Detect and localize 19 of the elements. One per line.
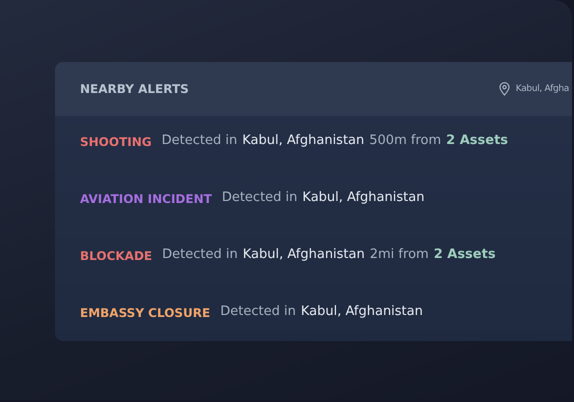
detected-label: Detected in [222, 190, 298, 205]
location-label: Kabul, Afgha [516, 84, 570, 94]
assets-link[interactable]: 2 Assets [446, 133, 508, 148]
assets-link[interactable]: 2 Assets [434, 247, 496, 262]
detected-label: Detected in [220, 304, 296, 319]
alert-location: Kabul, Afghanistan [242, 247, 365, 262]
distance-label: 500m from [369, 133, 442, 148]
panel-title: NEARBY ALERTS [80, 82, 189, 96]
alert-type: BLOCKADE [80, 248, 152, 265]
location-pin-icon [498, 82, 510, 96]
alert-location: Kabul, Afghanistan [242, 133, 364, 148]
detected-label: Detected in [162, 133, 238, 148]
alert-location: Kabul, Afghanistan [300, 304, 423, 319]
alert-location: Kabul, Afghanistan [302, 190, 424, 205]
alert-type: EMBASSY CLOSURE [80, 305, 210, 322]
alert-type: AVIATION INCIDENT [80, 191, 212, 208]
alert-type: SHOOTING [80, 134, 152, 151]
detected-label: Detected in [162, 247, 238, 262]
distance-label: 2mi from [370, 247, 429, 262]
